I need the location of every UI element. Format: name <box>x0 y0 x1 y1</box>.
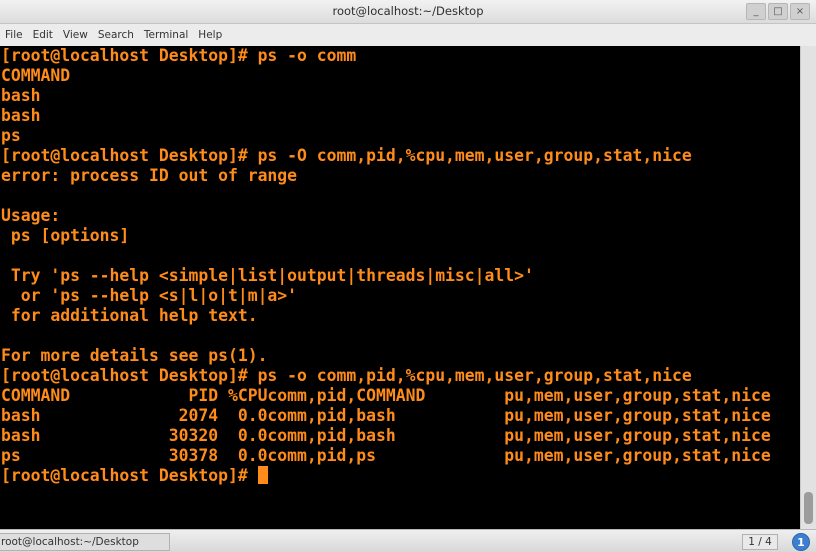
terminal-line: bash <box>1 106 41 125</box>
terminal-line: ps 30378 0.0comm,pid,ps pu,mem,user,grou… <box>1 446 771 465</box>
notification-badge[interactable]: 1 <box>792 533 810 551</box>
window-titlebar[interactable]: root@localhost:~/Desktop _ □ × <box>0 0 816 24</box>
terminal-line: [root@localhost Desktop]# ps -O comm,pid… <box>1 146 692 165</box>
terminal-scrollbar[interactable] <box>800 46 816 529</box>
terminal-line: or 'ps --help <s|l|o|t|m|a>' <box>1 286 298 305</box>
taskbar: root@localhost:~/Desktop 1 / 4 1 <box>0 529 816 552</box>
terminal-line: Usage: <box>1 206 61 225</box>
terminal-line: COMMAND PID %CPUcomm,pid,COMMAND pu,mem,… <box>1 386 771 405</box>
terminal-line: for additional help text. <box>1 306 258 325</box>
terminal-output[interactable]: [root@localhost Desktop]# ps -o comm COM… <box>0 46 800 529</box>
terminal-line: error: process ID out of range <box>1 166 298 185</box>
terminal-line: [root@localhost Desktop]# ps -o comm,pid… <box>1 366 692 385</box>
terminal-prompt-line: [root@localhost Desktop]# <box>0 466 800 486</box>
terminal-line: COMMAND <box>1 66 71 85</box>
menu-view[interactable]: View <box>63 29 88 41</box>
terminal-line: bash 2074 0.0comm,pid,bash pu,mem,user,g… <box>1 406 771 425</box>
window-controls: _ □ × <box>746 3 810 20</box>
window-title: root@localhost:~/Desktop <box>332 4 484 18</box>
maximize-button[interactable]: □ <box>768 3 788 20</box>
terminal-line: bash 30320 0.0comm,pid,bash pu,mem,user,… <box>1 426 771 445</box>
workspace-pager[interactable]: 1 / 4 <box>742 534 778 550</box>
menu-file[interactable]: File <box>5 29 23 41</box>
terminal-line: Try 'ps --help <simple|list|output|threa… <box>1 266 534 285</box>
terminal-line: ps <box>1 126 21 145</box>
terminal-line: [root@localhost Desktop]# ps -o comm <box>1 46 357 65</box>
terminal-cursor <box>257 466 268 484</box>
menu-search[interactable]: Search <box>98 29 134 41</box>
scrollbar-thumb[interactable] <box>804 492 813 524</box>
menu-edit[interactable]: Edit <box>33 29 53 41</box>
taskbar-window-entry[interactable]: root@localhost:~/Desktop <box>0 533 170 551</box>
menu-terminal[interactable]: Terminal <box>144 29 188 41</box>
menu-help[interactable]: Help <box>198 29 222 41</box>
terminal-line: For more details see ps(1). <box>1 346 268 365</box>
terminal-prompt: [root@localhost Desktop]# <box>1 466 258 485</box>
menubar: File Edit View Search Terminal Help <box>0 24 816 46</box>
minimize-button[interactable]: _ <box>746 3 766 20</box>
terminal-line: bash <box>1 86 41 105</box>
terminal-line: ps [options] <box>1 226 130 245</box>
close-button[interactable]: × <box>790 3 810 20</box>
